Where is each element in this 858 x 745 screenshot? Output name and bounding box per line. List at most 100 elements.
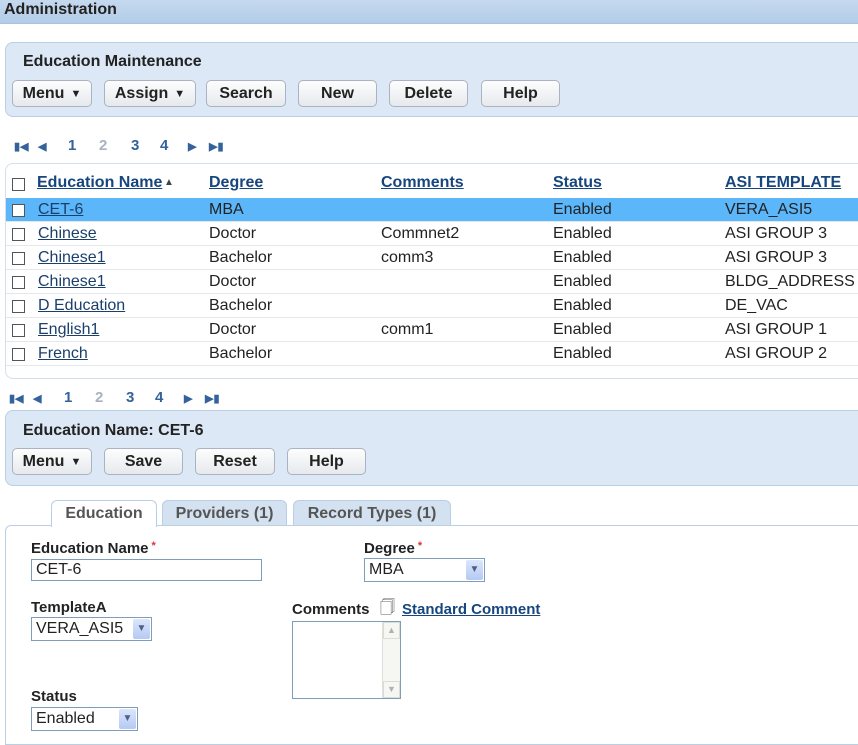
col-header-asi-template[interactable]: ASI TEMPLATE: [725, 174, 841, 192]
col-header-comments[interactable]: Comments: [381, 174, 464, 192]
page-3[interactable]: 3: [126, 389, 134, 406]
degree-label: Degree *: [364, 540, 423, 557]
asi-template-cell: VERA_ASI5: [725, 201, 813, 218]
degree-cell: Doctor: [209, 225, 257, 242]
page-4[interactable]: 4: [155, 389, 163, 406]
education-table: Education Name ▲ Degree Comments Status …: [5, 163, 858, 379]
table-row[interactable]: D Education Bachelor Enabled DE_VAC: [6, 294, 858, 318]
delete-button[interactable]: Delete: [389, 80, 468, 107]
col-header-status[interactable]: Status: [553, 174, 602, 192]
last-page-icon[interactable]: ▶▮: [209, 140, 224, 153]
detail-help-button[interactable]: Help: [287, 448, 366, 475]
row-checkbox[interactable]: [12, 276, 25, 289]
education-name-link[interactable]: Chinese1: [38, 249, 106, 267]
next-page-icon[interactable]: ▶: [188, 140, 196, 153]
degree-cell: Doctor: [209, 273, 257, 290]
status-cell: Enabled: [553, 321, 612, 338]
row-checkbox[interactable]: [12, 348, 25, 361]
last-page-icon[interactable]: ▶▮: [205, 392, 220, 405]
page-3[interactable]: 3: [131, 137, 139, 154]
asi-template-cell: ASI GROUP 3: [725, 225, 827, 242]
table-row[interactable]: Chinese Doctor Commnet2 Enabled ASI GROUP 3: [6, 222, 858, 246]
dropdown-icon: ▼: [174, 88, 186, 100]
tab-education[interactable]: Education: [51, 500, 157, 527]
row-checkbox[interactable]: [12, 204, 25, 217]
asi-template-cell: ASI GROUP 2: [725, 345, 827, 362]
status-cell: Enabled: [553, 297, 612, 314]
search-button[interactable]: Search: [206, 80, 286, 107]
first-page-icon[interactable]: ▮◀: [14, 140, 29, 153]
status-cell: Enabled: [553, 225, 612, 242]
save-button[interactable]: Save: [104, 448, 183, 475]
panel-title: Education Maintenance: [23, 53, 202, 70]
table-row[interactable]: CET-6 MBA Enabled VERA_ASI5: [6, 198, 858, 222]
asi-template-cell: ASI GROUP 3: [725, 249, 827, 266]
standard-comment-icon[interactable]: 🗍: [380, 597, 395, 622]
page-title: Administration: [4, 1, 117, 18]
asi-template-cell: DE_VAC: [725, 297, 788, 314]
sort-asc-icon: ▲: [164, 177, 174, 188]
pager-top: ▮◀ ◀ 1 2 3 4 ▶ ▶▮: [0, 137, 300, 157]
row-checkbox[interactable]: [12, 252, 25, 265]
menu-button[interactable]: Menu ▼: [12, 80, 92, 107]
degree-cell: MBA: [209, 201, 244, 218]
pager-bottom: ▮◀ ◀ 1 2 3 4 ▶ ▶▮: [0, 389, 300, 409]
col-header-education-name[interactable]: Education Name: [37, 174, 162, 192]
col-header-degree[interactable]: Degree: [209, 174, 263, 192]
education-name-link[interactable]: English1: [38, 321, 99, 339]
new-button[interactable]: New: [298, 80, 377, 107]
scroll-up-icon[interactable]: ▲: [383, 622, 400, 639]
template-label: TemplateA: [31, 599, 107, 616]
comments-cell: Commnet2: [381, 225, 460, 242]
textarea-scrollbar[interactable]: ▲ ▼: [382, 622, 400, 698]
degree-cell: Bachelor: [209, 345, 273, 362]
select-all-checkbox[interactable]: [12, 178, 25, 191]
detail-title: Education Name: CET-6: [23, 422, 204, 439]
page-2-current: 2: [95, 389, 104, 406]
education-name-link[interactable]: D Education: [38, 297, 125, 315]
detail-menu-button[interactable]: Menu ▼: [12, 448, 92, 475]
title-bar: Administration: [0, 0, 858, 24]
template-select[interactable]: VERA_ASI5 ▼: [31, 617, 152, 641]
table-row[interactable]: Chinese1 Doctor Enabled BLDG_ADDRESS: [6, 270, 858, 294]
chevron-down-icon: ▼: [133, 619, 150, 639]
tab-providers[interactable]: Providers (1): [162, 500, 287, 526]
status-select[interactable]: Enabled ▼: [31, 707, 138, 731]
chevron-down-icon: ▼: [466, 560, 483, 580]
education-name-link[interactable]: French: [38, 345, 88, 363]
page-4[interactable]: 4: [160, 137, 168, 154]
table-row[interactable]: French Bachelor Enabled ASI GROUP 2: [6, 342, 858, 366]
prev-page-icon[interactable]: ◀: [33, 392, 41, 405]
standard-comment-link[interactable]: Standard Comment: [402, 601, 540, 618]
help-button[interactable]: Help: [481, 80, 560, 107]
row-checkbox[interactable]: [12, 324, 25, 337]
page-1[interactable]: 1: [64, 389, 72, 406]
chevron-down-icon: ▼: [119, 709, 136, 729]
education-name-input[interactable]: CET-6: [31, 559, 262, 581]
first-page-icon[interactable]: ▮◀: [9, 392, 24, 405]
degree-select[interactable]: MBA ▼: [364, 558, 485, 582]
table-row[interactable]: English1 Doctor comm1 Enabled ASI GROUP 1: [6, 318, 858, 342]
education-name-link[interactable]: Chinese1: [38, 273, 106, 291]
degree-cell: Bachelor: [209, 297, 273, 314]
reset-button[interactable]: Reset: [195, 448, 275, 475]
row-checkbox[interactable]: [12, 228, 25, 241]
maintenance-panel: Education Maintenance Menu ▼ Assign ▼ Sear…: [5, 42, 858, 117]
status-cell: Enabled: [553, 345, 612, 362]
comments-cell: comm3: [381, 249, 434, 266]
education-name-link[interactable]: CET-6: [38, 201, 83, 219]
education-name-link[interactable]: Chinese: [38, 225, 97, 243]
detail-panel: Education Name: CET-6 Menu ▼ Save Reset H…: [5, 410, 858, 486]
row-checkbox[interactable]: [12, 300, 25, 313]
comments-label: Comments: [292, 601, 370, 618]
assign-button[interactable]: Assign ▼: [104, 80, 196, 107]
next-page-icon[interactable]: ▶: [184, 392, 192, 405]
tab-record-types[interactable]: Record Types (1): [293, 500, 451, 526]
asi-template-cell: BLDG_ADDRESS: [725, 273, 855, 290]
page-2-current: 2: [99, 137, 108, 154]
prev-page-icon[interactable]: ◀: [38, 140, 46, 153]
table-row[interactable]: Chinese1 Bachelor comm3 Enabled ASI GROUP 3: [6, 246, 858, 270]
degree-cell: Doctor: [209, 321, 257, 338]
scroll-down-icon[interactable]: ▼: [383, 681, 400, 698]
page-1[interactable]: 1: [68, 137, 76, 154]
